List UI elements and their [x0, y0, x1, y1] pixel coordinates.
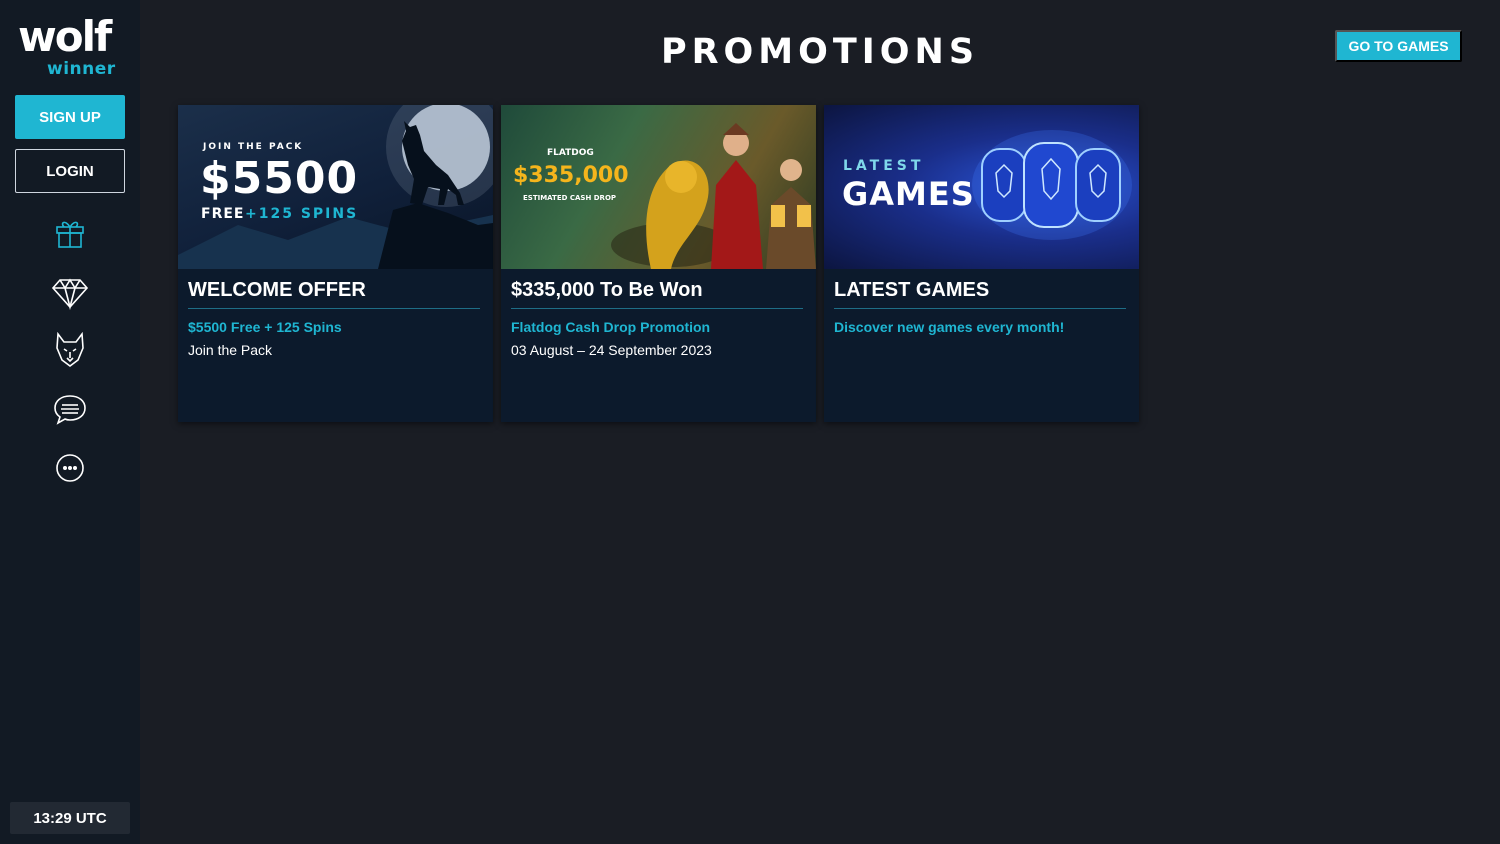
utc-clock: 13:29 UTC — [10, 802, 130, 834]
promo-card-flatdog[interactable]: FLATDOG $335,000 ESTIMATED CASH DROP $33… — [501, 105, 816, 422]
card-divider — [511, 308, 803, 309]
banner-caption: ESTIMATED CASH DROP — [523, 194, 617, 202]
banner-brand: FLATDOG — [547, 148, 594, 158]
login-button[interactable]: LOGIN — [15, 149, 125, 193]
card-subtitle: $5500 Free + 125 Spins — [188, 319, 342, 335]
banner-headline: GAMES — [842, 175, 975, 213]
wolf-icon[interactable] — [50, 330, 90, 370]
banner-kicker: LATEST — [843, 158, 925, 174]
go-to-games-button[interactable]: GO TO GAMES — [1335, 30, 1462, 62]
card-title: $335,000 To Be Won — [511, 279, 703, 301]
wolf-winner-logo[interactable]: wolf winner — [16, 12, 126, 80]
page-title: PROMOTIONS — [660, 32, 980, 72]
chat-icon[interactable] — [50, 389, 90, 429]
card-divider — [188, 308, 480, 309]
latest-games-banner-image[interactable]: LATEST GAMES — [824, 105, 1139, 269]
banner-amount: $335,000 — [513, 163, 629, 188]
sign-up-button[interactable]: SIGN UP — [15, 95, 125, 139]
flatdog-banner-image[interactable]: FLATDOG $335,000 ESTIMATED CASH DROP — [501, 105, 816, 269]
card-subtitle: Discover new games every month! — [834, 319, 1065, 335]
banner-spins: +125 SPINS — [245, 206, 359, 222]
welcome-banner-image[interactable]: JOIN THE PACK $5500 FREE +125 SPINS — [178, 105, 493, 269]
card-description: 03 August – 24 September 2023 — [511, 342, 712, 358]
logo-sub: winner — [47, 59, 116, 79]
card-title: LATEST GAMES — [834, 279, 990, 301]
banner-amount: $5500 — [200, 153, 359, 204]
card-divider — [834, 308, 1126, 309]
card-description: Join the Pack — [188, 342, 273, 358]
more-icon[interactable] — [50, 448, 90, 488]
promo-card-welcome[interactable]: JOIN THE PACK $5500 FREE +125 SPINS WELC… — [178, 105, 493, 422]
banner-free: FREE — [201, 206, 245, 222]
logo-word: wolf — [18, 12, 112, 61]
diamond-icon[interactable] — [50, 273, 90, 313]
card-subtitle: Flatdog Cash Drop Promotion — [511, 319, 711, 335]
gift-icon[interactable] — [50, 212, 90, 252]
card-title: WELCOME OFFER — [188, 279, 366, 301]
promo-card-latest-games[interactable]: LATEST GAMES LATEST GAMES Discover new g… — [824, 105, 1139, 422]
banner-kicker: JOIN THE PACK — [203, 142, 304, 152]
sidebar: wolf winner SIGN UP LOGIN 13:29 UTC — [0, 0, 140, 844]
